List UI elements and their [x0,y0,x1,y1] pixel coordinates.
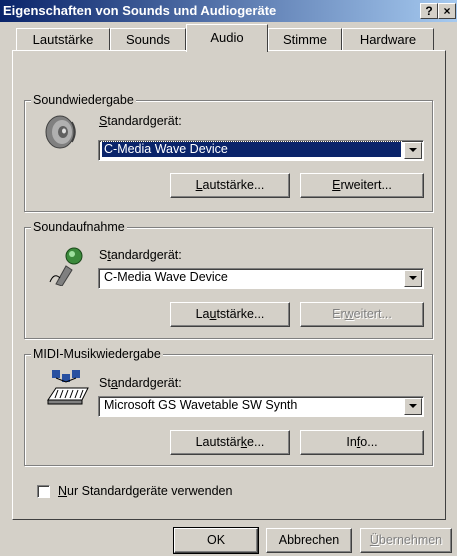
tab-sounds[interactable]: Sounds [110,28,186,50]
chevron-down-icon[interactable] [404,270,422,287]
title-bar[interactable]: Eigenschaften von Sounds und Audiogeräte… [0,0,457,22]
playback-volume-button[interactable]: Lautstärke... [170,173,290,198]
properties-window: Eigenschaften von Sounds und Audiogeräte… [0,0,457,556]
tab-stimme[interactable]: Stimme [268,28,342,50]
window-title: Eigenschaften von Sounds und Audiogeräte [3,3,277,18]
playback-device-value: C-Media Wave Device [101,141,402,158]
recording-volume-button[interactable]: Lautstärke... [170,302,290,327]
playback-group-label: Soundwiedergabe [31,93,136,107]
midi-keyboard-icon [47,370,89,405]
cancel-button[interactable]: Abbrechen [266,528,352,553]
close-button[interactable]: × [438,3,456,19]
midi-info-button[interactable]: Info... [300,430,424,455]
microphone-icon [49,247,83,286]
playback-advanced-button[interactable]: Erweitert... [300,173,424,198]
help-button[interactable]: ? [420,3,438,19]
recording-advanced-button[interactable]: Erweitert... [300,302,424,327]
tab-hardware[interactable]: Hardware [342,28,434,50]
recording-device-value: C-Media Wave Device [104,270,228,284]
speaker-icon [45,115,76,149]
midi-device-select[interactable]: Microsoft GS Wavetable SW Synth [98,396,424,417]
use-default-devices-label[interactable]: Nur Standardgeräte verwenden [58,484,232,498]
chevron-down-icon[interactable] [404,398,422,415]
midi-device-value: Microsoft GS Wavetable SW Synth [104,398,298,412]
recording-device-select[interactable]: C-Media Wave Device [98,268,424,289]
midi-group-label: MIDI-Musikwiedergabe [31,347,163,361]
playback-device-label: Standardgerät: [99,114,182,128]
use-default-devices-checkbox[interactable] [37,485,50,498]
chevron-down-icon[interactable] [404,142,422,159]
ok-button[interactable]: OK [173,527,259,554]
tab-lautstaerke[interactable]: Lautstärke [16,28,110,50]
recording-group-label: Soundaufnahme [31,220,127,234]
midi-device-label: Standardgerät: [99,376,182,390]
midi-volume-button[interactable]: Lautstärke... [170,430,290,455]
recording-device-label: Standardgerät: [99,248,182,262]
playback-device-select[interactable]: C-Media Wave Device [98,140,424,161]
apply-button[interactable]: Übernehmen [360,528,452,553]
tab-audio[interactable]: Audio [186,24,268,52]
